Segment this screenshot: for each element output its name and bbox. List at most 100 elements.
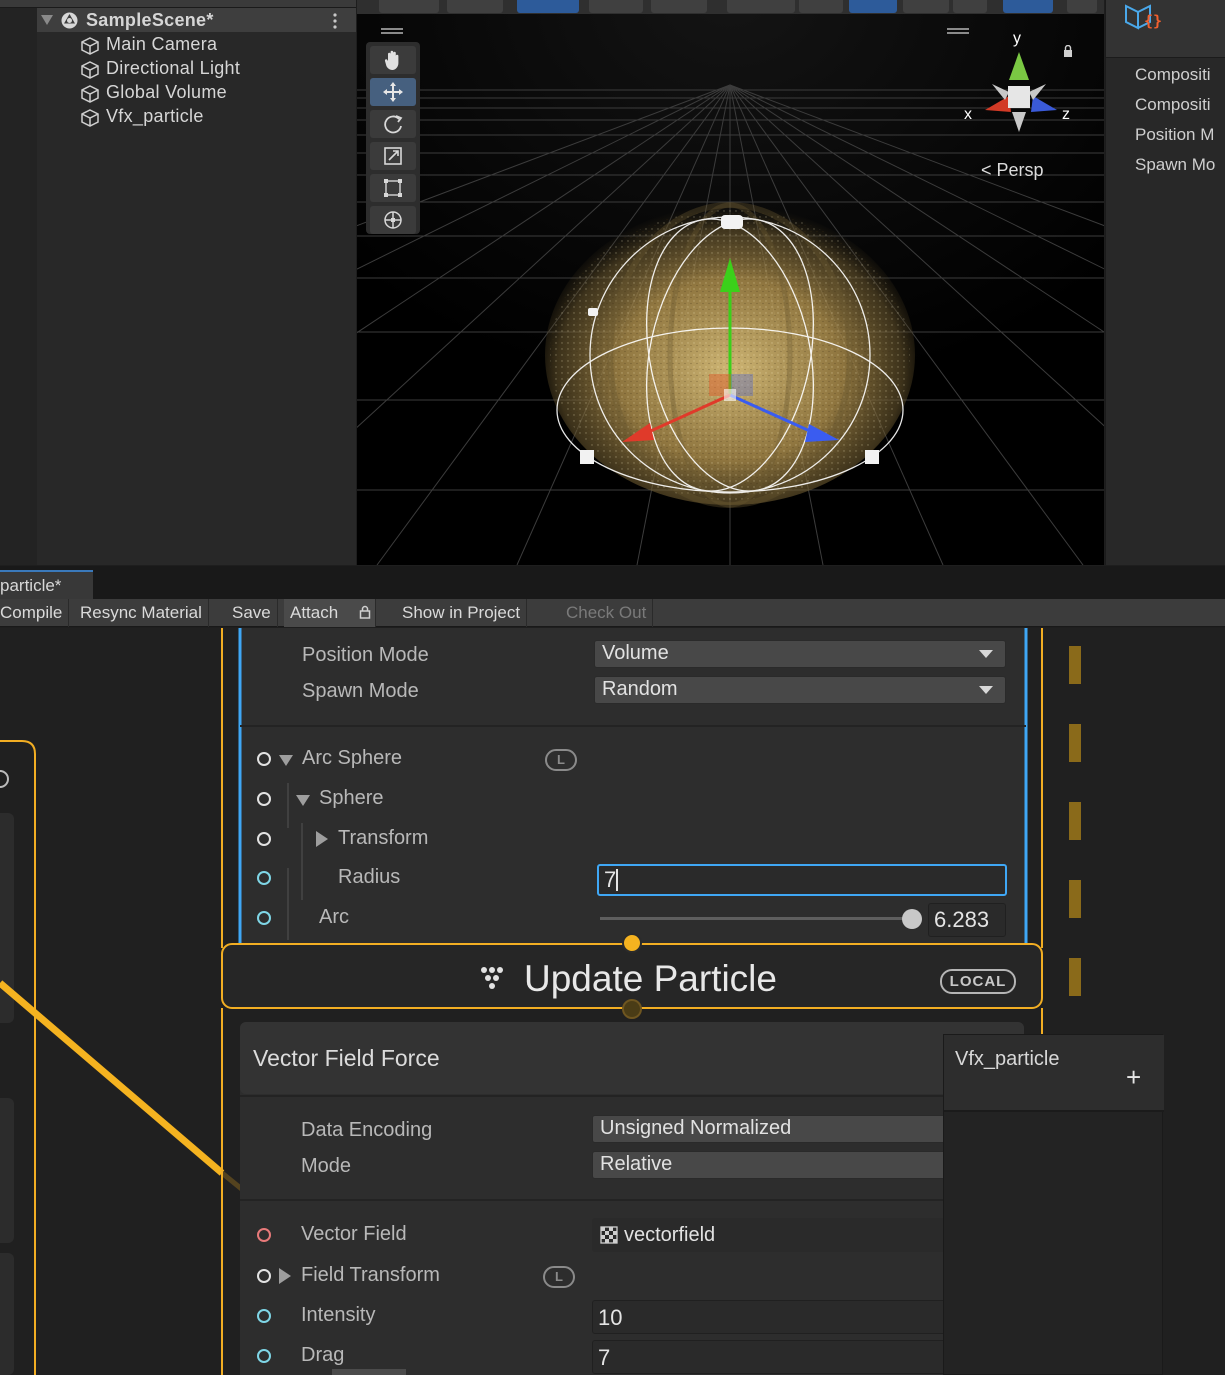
hierarchy-item-label: Vfx_particle [106, 106, 204, 126]
blackboard-add-button[interactable]: + [1126, 1062, 1141, 1093]
space-badge-label: L [557, 752, 565, 767]
vector-field-port[interactable] [257, 1228, 271, 1242]
gameobject-icon [81, 109, 99, 127]
update-context-icon [481, 967, 503, 989]
field-transform-space-badge[interactable]: L [543, 1266, 575, 1288]
scene-name[interactable]: SampleScene* [86, 10, 214, 31]
update-context-title[interactable]: Update Particle [524, 958, 777, 1000]
hierarchy-item[interactable]: Main Camera [80, 34, 350, 56]
axis-label-x: x [964, 106, 972, 123]
toolbar-button[interactable] [953, 0, 987, 13]
scene-toolbar [357, 0, 1104, 14]
gameobject-icon [81, 61, 99, 79]
mode-dropdown[interactable]: Relative [592, 1151, 952, 1179]
spawn-mode-value: Random [602, 678, 678, 700]
transform-tool-button[interactable] [370, 206, 416, 234]
graph-scrollbar[interactable] [332, 1369, 406, 1375]
intensity-input[interactable]: 10 [592, 1300, 952, 1334]
transform-foldout-icon[interactable] [316, 831, 328, 847]
scene-viewport[interactable] [357, 0, 1104, 565]
hand-icon [384, 50, 399, 70]
blackboard-panel[interactable]: Vfx_particle + [943, 1034, 1164, 1375]
vector-field-object-field[interactable]: vectorfield [592, 1218, 952, 1252]
toolbar-button[interactable] [379, 0, 439, 13]
attach-button[interactable]: Attach [284, 599, 376, 627]
toolbar-button[interactable] [1067, 0, 1097, 13]
inspector-item[interactable]: Compositi [1135, 65, 1225, 85]
intensity-port[interactable] [257, 1309, 271, 1323]
lock-icon[interactable] [1063, 44, 1073, 57]
hand-tool-button[interactable] [370, 46, 416, 74]
arc-slider[interactable] [600, 909, 922, 929]
projection-toggle[interactable]: < Persp [981, 160, 1044, 181]
vector-field-block-title[interactable]: Vector Field Force [253, 1045, 440, 1072]
vector-field-value: vectorfield [624, 1224, 716, 1246]
transform-icon [384, 211, 402, 229]
drag-input[interactable]: 7 [592, 1340, 952, 1374]
gameobject-icon [81, 37, 99, 55]
transform-port[interactable] [257, 832, 271, 846]
rect-tool-button[interactable] [370, 174, 416, 202]
attach-label: Attach [290, 603, 339, 622]
radius-port[interactable] [257, 871, 271, 885]
data-encoding-label: Data Encoding [301, 1119, 433, 1141]
arc-label: Arc [319, 906, 349, 928]
mode-value: Relative [600, 1153, 673, 1175]
toolbar-button[interactable] [799, 0, 843, 13]
toolbar-button[interactable] [651, 0, 707, 13]
toolbar-button[interactable] [447, 0, 503, 13]
drag-label: Drag [301, 1344, 345, 1366]
check-out-button[interactable]: Check Out [560, 599, 654, 627]
toolbar-button[interactable] [727, 0, 795, 13]
hierarchy-item[interactable]: Vfx_particle [80, 106, 350, 128]
field-transform-port[interactable] [257, 1269, 271, 1283]
spawn-mode-label: Spawn Mode [302, 680, 419, 702]
data-encoding-dropdown[interactable]: Unsigned Normalized [592, 1115, 952, 1143]
inspector-item[interactable]: Position M [1135, 125, 1225, 145]
vfx-tab[interactable]: particle* [0, 570, 93, 599]
toolbar-button[interactable] [589, 0, 643, 13]
save-button[interactable]: Save [226, 599, 278, 627]
arc-input[interactable]: 6.283 [928, 903, 1006, 937]
hierarchy-item[interactable]: Directional Light [80, 58, 350, 80]
dropdown-caret-icon [979, 686, 993, 694]
transform-label: Transform [338, 827, 429, 849]
resync-material-button[interactable]: Resync Material [74, 599, 209, 627]
position-mode-value: Volume [602, 642, 669, 664]
scene-foldout-icon[interactable] [41, 15, 53, 25]
toolbar-button[interactable] [903, 0, 949, 13]
spawn-mode-dropdown[interactable]: Random [594, 676, 1006, 704]
toolbar-button[interactable] [1003, 0, 1053, 13]
arc-sphere-port[interactable] [257, 752, 271, 766]
compile-button[interactable]: Compile [0, 599, 70, 627]
scale-tool-button[interactable] [370, 142, 416, 170]
toolbar-button[interactable] [517, 0, 579, 13]
inspector-item[interactable]: Compositi [1135, 95, 1225, 115]
drag-port[interactable] [257, 1349, 271, 1363]
dropdown-caret-icon [979, 650, 993, 658]
rotate-tool-button[interactable] [370, 110, 416, 138]
field-transform-foldout-icon[interactable] [279, 1268, 291, 1284]
position-mode-dropdown[interactable]: Volume [594, 640, 1006, 668]
local-space-badge[interactable]: LOCAL [940, 969, 1016, 994]
sphere-port[interactable] [257, 792, 271, 806]
hierarchy-item[interactable]: Global Volume [80, 82, 350, 104]
rect-icon [384, 179, 402, 197]
arc-sphere-foldout-icon[interactable] [279, 755, 293, 766]
unity-scene-icon [60, 11, 79, 30]
arc-port[interactable] [257, 911, 271, 925]
toolbar-button[interactable] [849, 0, 897, 13]
radius-input[interactable]: 7 [597, 864, 1007, 896]
rotate-icon [384, 115, 403, 134]
move-icon [383, 82, 403, 102]
sphere-foldout-icon[interactable] [296, 795, 310, 806]
arc-slider-thumb[interactable] [902, 909, 922, 929]
move-tool-button[interactable] [370, 78, 416, 106]
scene-menu-icon[interactable] [332, 12, 338, 30]
vfx-tab-bar [0, 566, 1225, 599]
space-badge[interactable]: L [545, 749, 577, 771]
show-in-project-button[interactable]: Show in Project [396, 599, 528, 627]
inspector-item[interactable]: Spawn Mo [1135, 155, 1225, 175]
scene-view[interactable]: y x z < Persp [357, 0, 1104, 565]
vector-field-label: Vector Field [301, 1223, 407, 1245]
